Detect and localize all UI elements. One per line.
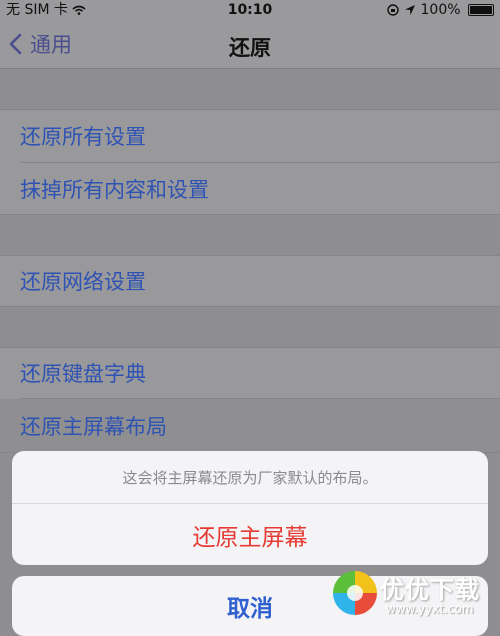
reset-all-settings-label: 还原所有设置 — [20, 125, 146, 149]
battery-icon — [468, 4, 494, 16]
battery-percent: 100% — [420, 2, 461, 18]
reset-home-screen-button[interactable]: 还原主屏幕 — [12, 504, 488, 565]
reset-home-screen-layout-item[interactable]: 还原主屏幕布局 — [0, 399, 500, 452]
erase-all-content-label: 抹掉所有内容和设置 — [20, 177, 209, 202]
reset-network-settings-item[interactable]: 还原网络设置 — [20, 256, 146, 306]
erase-all-content-item[interactable]: 抹掉所有内容和设置 — [20, 163, 209, 214]
reset-keyboard-dictionary-item[interactable]: 还原键盘字典 — [20, 348, 146, 398]
status-bar: 无 SIM 卡 10:10 100% — [0, 0, 500, 20]
section-gap — [0, 307, 500, 347]
reset-all-settings-item[interactable]: 还原所有设置 — [20, 110, 146, 162]
reset-keyboard-dictionary-label: 还原键盘字典 — [20, 362, 146, 386]
status-right: 100% — [386, 0, 494, 20]
watermark: 优优下载 www.yyxt.com — [330, 568, 500, 624]
action-sheet: 这会将主屏幕还原为厂家默认的布局。 还原主屏幕 — [12, 451, 488, 565]
settings-group-1: 还原所有设置 抹掉所有内容和设置 — [0, 109, 500, 215]
watermark-url: www.yyxt.com — [386, 602, 474, 616]
reset-network-settings-label: 还原网络设置 — [20, 270, 146, 294]
orientation-lock-icon — [386, 4, 399, 16]
section-gap — [0, 69, 500, 109]
reset-home-screen-layout-label: 还原主屏幕布局 — [20, 414, 167, 439]
watermark-brand: 优优下载 — [380, 576, 480, 604]
watermark-logo-icon — [333, 571, 377, 615]
page-title: 还原 — [229, 36, 271, 60]
navigation-bar: 通用 还原 — [0, 20, 500, 69]
action-sheet-message: 这会将主屏幕还原为厂家默认的布局。 — [12, 451, 488, 504]
settings-group-2: 还原网络设置 — [0, 255, 500, 307]
settings-group-3: 还原键盘字典 还原主屏幕布局 — [0, 347, 500, 453]
section-gap — [0, 215, 500, 255]
location-icon — [405, 5, 416, 15]
